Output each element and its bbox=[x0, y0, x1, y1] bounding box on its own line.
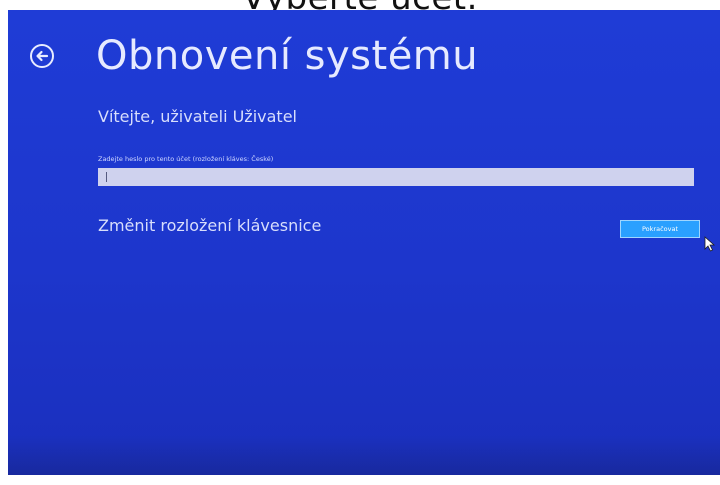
back-arrow-icon[interactable] bbox=[30, 44, 54, 68]
welcome-text: Vítejte, uživateli Uživatel bbox=[98, 107, 297, 126]
recovery-screen: Obnovení systému Vítejte, uživateli Uživ… bbox=[8, 10, 720, 475]
continue-button[interactable]: Pokračovat bbox=[620, 220, 700, 238]
password-hint: Zadejte heslo pro tento účet (rozložení … bbox=[98, 155, 274, 163]
mouse-pointer-icon bbox=[704, 236, 716, 252]
change-keyboard-layout-link[interactable]: Změnit rozložení klávesnice bbox=[98, 216, 321, 235]
text-caret bbox=[106, 172, 107, 182]
back-arrow-glyph bbox=[36, 50, 49, 62]
password-field[interactable] bbox=[98, 168, 694, 186]
page-title: Obnovení systému bbox=[96, 33, 479, 79]
